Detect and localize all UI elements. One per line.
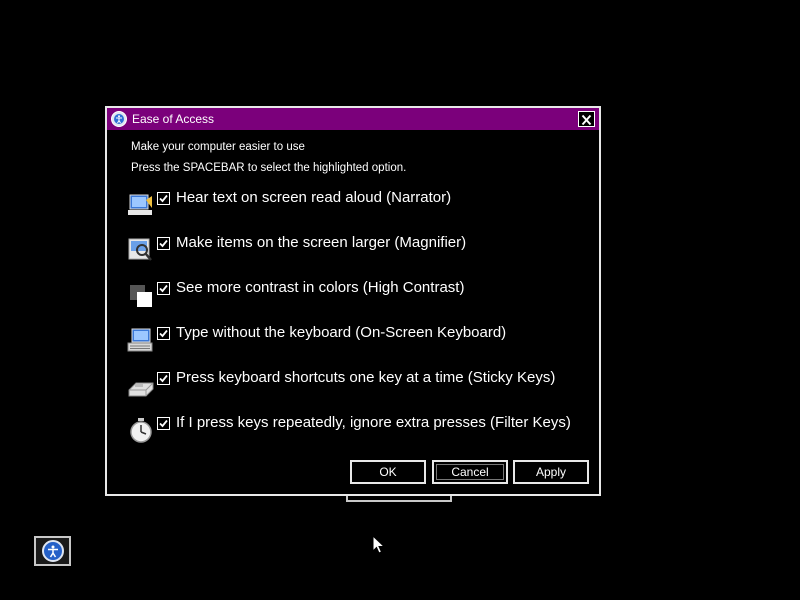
checkmark-icon bbox=[159, 284, 168, 293]
ease-of-access-dialog: Ease of Access Make your computer easier… bbox=[105, 106, 601, 496]
intro-text-1: Make your computer easier to use bbox=[131, 141, 305, 153]
option-magnifier[interactable]: Make items on the screen larger (Magnifi… bbox=[126, 234, 586, 269]
checkmark-icon bbox=[159, 374, 168, 383]
on-screen-keyboard-label: Type without the keyboard (On-Screen Key… bbox=[176, 324, 507, 341]
close-icon bbox=[581, 114, 592, 126]
checkmark-icon bbox=[159, 329, 168, 338]
magnifier-label: Make items on the screen larger (Magnifi… bbox=[176, 234, 467, 251]
intro-text-2: Press the SPACEBAR to select the highlig… bbox=[131, 162, 407, 174]
checkmark-icon bbox=[159, 239, 168, 248]
ease-of-access-icon bbox=[41, 540, 64, 562]
checkmark-icon bbox=[159, 419, 168, 428]
option-sticky-keys[interactable]: Press keyboard shortcuts one key at a ti… bbox=[126, 369, 586, 404]
option-on-screen-keyboard[interactable]: Type without the keyboard (On-Screen Key… bbox=[126, 324, 586, 359]
ease-of-access-icon bbox=[111, 111, 127, 127]
option-filter-keys[interactable]: If I press keys repeatedly, ignore extra… bbox=[126, 414, 586, 449]
filter-keys-label: If I press keys repeatedly, ignore extra… bbox=[176, 414, 571, 431]
filter-keys-checkbox[interactable] bbox=[157, 417, 170, 430]
sticky-keys-label: Press keyboard shortcuts one key at a ti… bbox=[176, 369, 556, 386]
high-contrast-icon bbox=[126, 280, 156, 310]
high-contrast-label: See more contrast in colors (High Contra… bbox=[176, 279, 465, 296]
narrator-checkbox[interactable] bbox=[157, 192, 170, 205]
option-high-contrast[interactable]: See more contrast in colors (High Contra… bbox=[126, 279, 586, 314]
on-screen-keyboard-checkbox[interactable] bbox=[157, 327, 170, 340]
ok-label: OK bbox=[379, 465, 397, 479]
narrator-icon bbox=[126, 190, 156, 220]
ok-button[interactable]: OK bbox=[350, 460, 426, 484]
sticky-keys-icon bbox=[126, 370, 156, 400]
cancel-label: Cancel bbox=[451, 465, 489, 479]
ease-of-access-taskbar-button[interactable] bbox=[34, 536, 71, 566]
magnifier-checkbox[interactable] bbox=[157, 237, 170, 250]
apply-label: Apply bbox=[535, 465, 567, 479]
option-narrator[interactable]: Hear text on screen read aloud (Narrator… bbox=[126, 189, 586, 224]
close-button[interactable] bbox=[578, 111, 595, 127]
high-contrast-checkbox[interactable] bbox=[157, 282, 170, 295]
dialog-title: Ease of Access bbox=[132, 112, 215, 126]
apply-button[interactable]: Apply bbox=[513, 460, 589, 484]
title-bar[interactable]: Ease of Access bbox=[107, 108, 599, 130]
filter-keys-icon bbox=[126, 415, 156, 445]
cancel-button[interactable]: Cancel bbox=[432, 460, 508, 484]
on-screen-keyboard-icon bbox=[126, 325, 156, 355]
narrator-label: Hear text on screen read aloud (Narrator… bbox=[176, 189, 452, 206]
checkmark-icon bbox=[159, 194, 168, 203]
mouse-cursor-icon bbox=[372, 535, 386, 554]
magnifier-icon bbox=[126, 235, 156, 265]
sticky-keys-checkbox[interactable] bbox=[157, 372, 170, 385]
